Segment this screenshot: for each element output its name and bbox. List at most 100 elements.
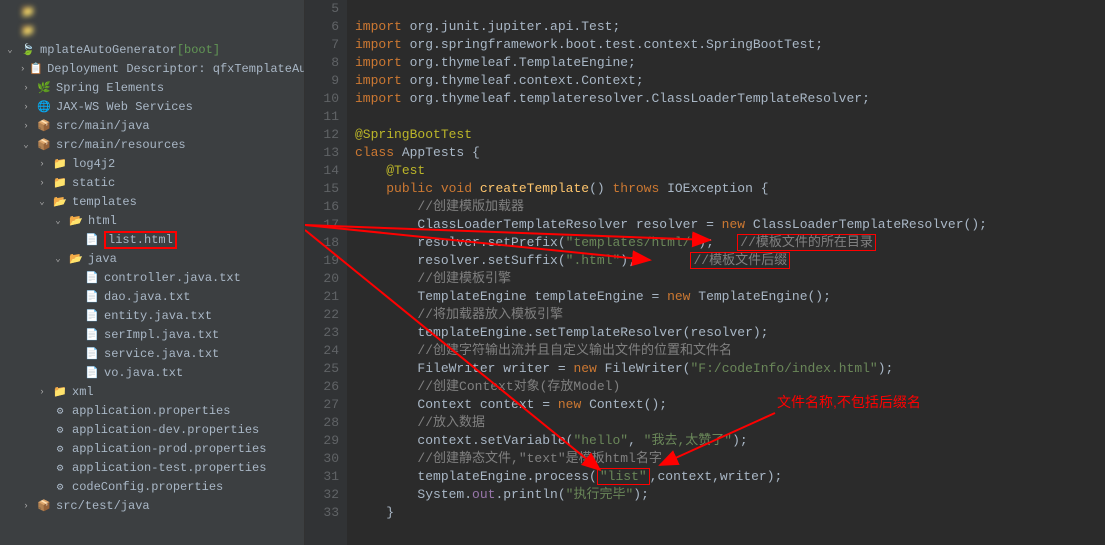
code-line-29[interactable]: context.setVariable("hello", "我去,太赞了"); — [355, 432, 1105, 450]
code-line-5[interactable] — [355, 0, 1105, 18]
spring-icon: 🍃 — [20, 42, 36, 58]
line-number: 14 — [317, 162, 339, 180]
code-line-7[interactable]: import org.springframework.boot.test.con… — [355, 36, 1105, 54]
file-icon: 📄 — [84, 270, 100, 286]
root-icon: 📁 — [20, 4, 36, 20]
tree-item-application-dev.properties[interactable]: ⚙application-dev.properties — [0, 420, 304, 439]
tree-item-application-prod.properties[interactable]: ⚙application-prod.properties — [0, 439, 304, 458]
code-line-20[interactable]: //创建模板引擎 — [355, 270, 1105, 288]
project-explorer[interactable]: 📁📁⌄🍃mplateAutoGenerator [boot]›📋Deployme… — [0, 0, 305, 545]
code-line-13[interactable]: class AppTests { — [355, 144, 1105, 162]
line-number: 5 — [317, 0, 339, 18]
code-line-6[interactable]: import org.junit.jupiter.api.Test; — [355, 18, 1105, 36]
code-line-26[interactable]: //创建Context对象(存放Model) — [355, 378, 1105, 396]
code-line-16[interactable]: //创建模版加载器 — [355, 198, 1105, 216]
expand-icon[interactable]: › — [20, 102, 32, 112]
tree-item-0[interactable]: 📁 — [0, 2, 304, 21]
expand-icon[interactable]: › — [36, 387, 48, 397]
tree-item-src/main/resources[interactable]: ⌄📦src/main/resources — [0, 135, 304, 154]
tree-label: entity.java.txt — [104, 309, 212, 323]
code-line-30[interactable]: //创建静态文件,"text"是模板html名字 — [355, 450, 1105, 468]
code-area[interactable]: import org.junit.jupiter.api.Test;import… — [347, 0, 1105, 545]
line-number: 18 — [317, 234, 339, 252]
code-line-24[interactable]: //创建字符输出流并且自定义输出文件的位置和文件名 — [355, 342, 1105, 360]
code-line-15[interactable]: public void createTemplate() throws IOEx… — [355, 180, 1105, 198]
line-number: 31 — [317, 468, 339, 486]
line-number: 26 — [317, 378, 339, 396]
tree-item-vo.java.txt[interactable]: 📄vo.java.txt — [0, 363, 304, 382]
code-line-18[interactable]: resolver.setPrefix("templates/html/"); /… — [355, 234, 1105, 252]
line-number: 30 — [317, 450, 339, 468]
line-number: 25 — [317, 360, 339, 378]
tree-item-Spring Elements[interactable]: ›🌿Spring Elements — [0, 78, 304, 97]
code-line-10[interactable]: import org.thymeleaf.templateresolver.Cl… — [355, 90, 1105, 108]
code-line-9[interactable]: import org.thymeleaf.context.Context; — [355, 72, 1105, 90]
expand-icon[interactable]: › — [20, 83, 32, 93]
tree-item-src/test/java[interactable]: ›📦src/test/java — [0, 496, 304, 515]
code-line-11[interactable] — [355, 108, 1105, 126]
src-icon: 📦 — [36, 118, 52, 134]
globe-icon: 🌐 — [36, 99, 52, 115]
tree-item-serImpl.java.txt[interactable]: 📄serImpl.java.txt — [0, 325, 304, 344]
project-icon: 📁 — [20, 23, 36, 39]
line-number: 9 — [317, 72, 339, 90]
code-line-27[interactable]: Context context = new Context(); — [355, 396, 1105, 414]
tree-label: src/main/java — [56, 119, 150, 133]
tree-item-log4j2[interactable]: ›📁log4j2 — [0, 154, 304, 173]
tree-item-static[interactable]: ›📁static — [0, 173, 304, 192]
expand-icon[interactable]: ⌄ — [4, 45, 16, 55]
tree-item-controller.java.txt[interactable]: 📄controller.java.txt — [0, 268, 304, 287]
tree-item-application.properties[interactable]: ⚙application.properties — [0, 401, 304, 420]
tree-item-1[interactable]: 📁 — [0, 21, 304, 40]
tree-item-codeConfig.properties[interactable]: ⚙codeConfig.properties — [0, 477, 304, 496]
tree-item-html[interactable]: ⌄📂html — [0, 211, 304, 230]
expand-icon[interactable]: ⌄ — [52, 216, 64, 226]
tree-item-application-test.properties[interactable]: ⚙application-test.properties — [0, 458, 304, 477]
tree-item-templates[interactable]: ⌄📂templates — [0, 192, 304, 211]
code-line-8[interactable]: import org.thymeleaf.TemplateEngine; — [355, 54, 1105, 72]
tree-item-service.java.txt[interactable]: 📄service.java.txt — [0, 344, 304, 363]
tree-item-src/main/java[interactable]: › 📦 src/main/java — [0, 116, 304, 135]
line-number: 22 — [317, 306, 339, 324]
code-line-32[interactable]: System.out.println("执行完毕"); — [355, 486, 1105, 504]
code-line-28[interactable]: //放入数据 — [355, 414, 1105, 432]
line-number: 24 — [317, 342, 339, 360]
expand-icon[interactable]: › — [20, 64, 25, 74]
tree-item-xml[interactable]: ›📁xml — [0, 382, 304, 401]
file-icon: 📄 — [84, 327, 100, 343]
code-line-17[interactable]: ClassLoaderTemplateResolver resolver = n… — [355, 216, 1105, 234]
tree-item-list.html[interactable]: 📄list.html — [0, 230, 304, 249]
code-editor[interactable]: 5678910111213141516171819202122232425262… — [305, 0, 1105, 545]
line-number: 33 — [317, 504, 339, 522]
expand-icon[interactable]: › — [20, 501, 32, 511]
tree-item-dao.java.txt[interactable]: 📄dao.java.txt — [0, 287, 304, 306]
tree-item-Deployment Descriptor: qfxTemplateAutoGe[interactable]: ›📋Deployment Descriptor: qfxTemplateAuto… — [0, 59, 304, 78]
line-number: 28 — [317, 414, 339, 432]
expand-icon[interactable]: › — [20, 121, 32, 131]
expand-icon[interactable]: ⌄ — [36, 197, 48, 207]
line-number: 10 — [317, 90, 339, 108]
tree-item-entity.java.txt[interactable]: 📄entity.java.txt — [0, 306, 304, 325]
expand-icon[interactable]: ⌄ — [20, 140, 32, 150]
tree-item-mplateAutoGenerator[interactable]: ⌄🍃mplateAutoGenerator [boot] — [0, 40, 304, 59]
folder-icon: 📁 — [52, 175, 68, 191]
line-number: 12 — [317, 126, 339, 144]
expand-icon[interactable]: ⌄ — [52, 254, 64, 264]
code-line-25[interactable]: FileWriter writer = new FileWriter("F:/c… — [355, 360, 1105, 378]
line-number: 11 — [317, 108, 339, 126]
line-number: 16 — [317, 198, 339, 216]
code-line-19[interactable]: resolver.setSuffix(".html"); //模板文件后缀 — [355, 252, 1105, 270]
code-line-23[interactable]: templateEngine.setTemplateResolver(resol… — [355, 324, 1105, 342]
code-line-33[interactable]: } — [355, 504, 1105, 522]
code-line-31[interactable]: templateEngine.process("list",context,wr… — [355, 468, 1105, 486]
tree-item-java[interactable]: ⌄📂java — [0, 249, 304, 268]
tree-item-JAX-WS Web Services[interactable]: ›🌐JAX-WS Web Services — [0, 97, 304, 116]
code-line-12[interactable]: @SpringBootTest — [355, 126, 1105, 144]
code-line-21[interactable]: TemplateEngine templateEngine = new Temp… — [355, 288, 1105, 306]
spring-leaf-icon: 🌿 — [36, 80, 52, 96]
code-line-14[interactable]: @Test — [355, 162, 1105, 180]
code-line-22[interactable]: //将加载器放入模板引擎 — [355, 306, 1105, 324]
expand-icon[interactable]: › — [36, 178, 48, 188]
line-number: 6 — [317, 18, 339, 36]
expand-icon[interactable]: › — [36, 159, 48, 169]
